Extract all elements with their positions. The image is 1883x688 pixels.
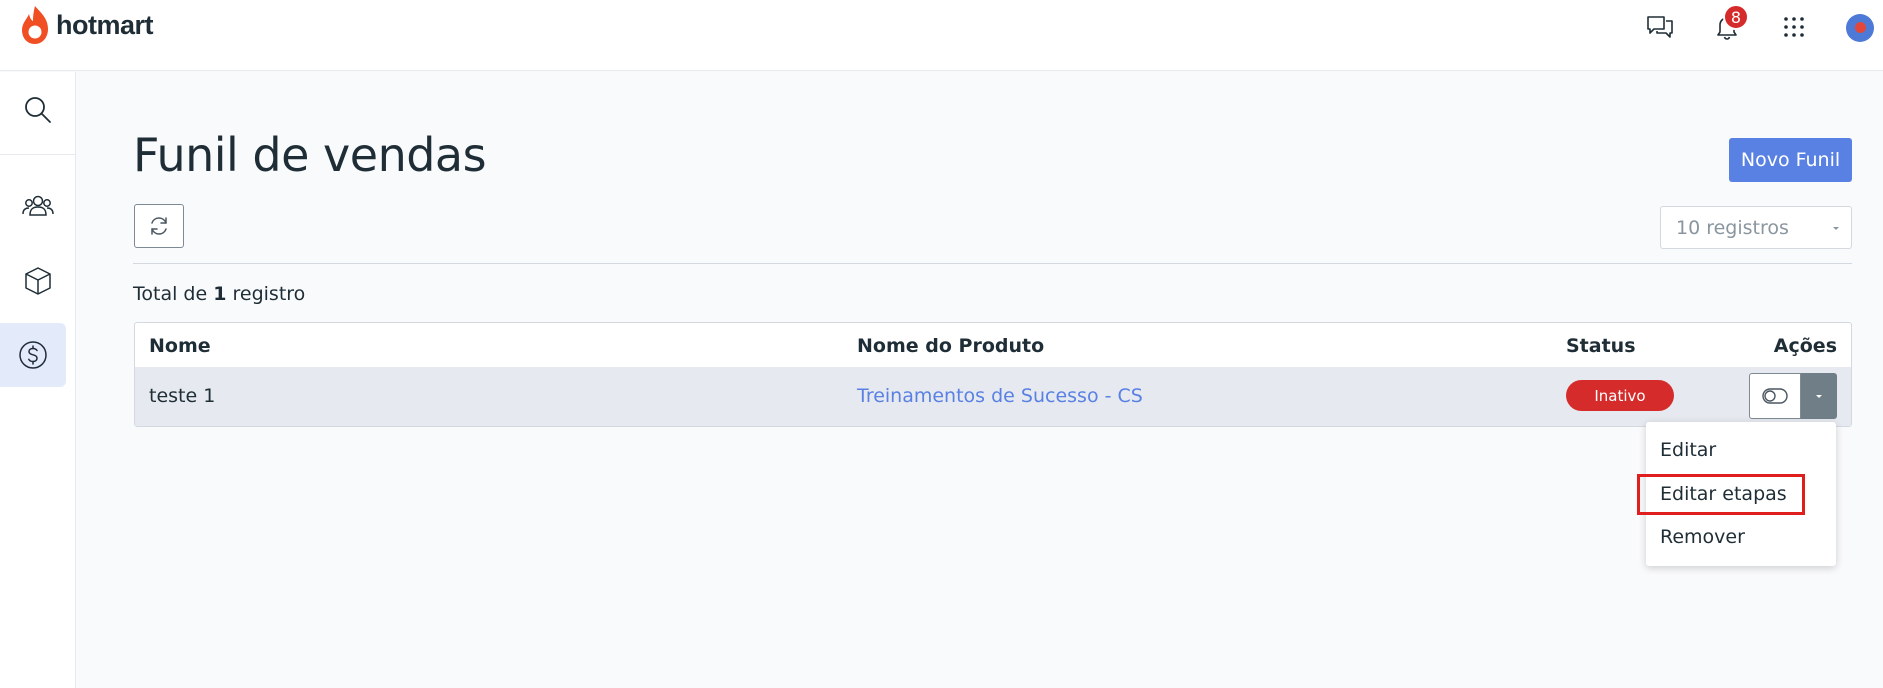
row-name: teste 1 [149,385,216,407]
actions-dropdown-button[interactable] [1801,373,1837,419]
dollar-icon[interactable] [0,323,66,387]
brand-name: hotmart [56,9,154,40]
table-row: teste 1 Treinamentos de Sucesso - CS Ina… [135,367,1851,426]
funnels-table: Nome Nome do Produto Status Ações teste … [134,322,1852,427]
users-icon[interactable] [0,175,75,239]
flame-icon [22,6,48,44]
toggle-icon [1762,388,1788,404]
sidebar [0,72,76,688]
toolbar-divider [133,263,1852,264]
row-actions [1749,373,1837,419]
notification-badge: 8 [1723,4,1749,30]
avatar[interactable] [1846,14,1874,42]
chevron-down-icon [1816,394,1822,398]
page-title: Funil de vendas [133,128,487,182]
header-status: Status [1566,335,1636,357]
grid-icon[interactable] [1777,10,1811,44]
highlight-box [1637,474,1805,515]
chat-bubbles-icon[interactable] [1643,10,1677,44]
page-size-select[interactable]: 10 registros [1660,206,1852,249]
menu-item-remove[interactable]: Remover [1646,517,1836,557]
hotmart-logo[interactable]: hotmart [18,4,154,46]
refresh-button[interactable] [134,204,184,248]
header-product: Nome do Produto [857,335,1045,357]
total-suffix: registro [232,283,306,305]
total-count: 1 [213,283,227,305]
menu-item-edit[interactable]: Editar [1646,430,1836,470]
total-prefix: Total de [133,283,208,305]
refresh-icon [151,217,167,235]
search-icon[interactable] [0,78,75,142]
sidebar-divider [0,154,75,155]
toggle-status-button[interactable] [1749,373,1801,419]
chevron-down-icon [1833,227,1839,230]
box-icon[interactable] [0,249,75,313]
status-badge: Inativo [1566,380,1674,411]
new-funnel-button[interactable]: Novo Funil [1729,138,1852,182]
page-size-value: 10 registros [1676,216,1789,239]
row-product-link[interactable]: Treinamentos de Sucesso - CS [857,385,1143,407]
header-actions: Ações [1773,335,1837,357]
top-bar: hotmart 8 [0,0,1883,71]
header-name: Nome [149,335,211,357]
total-records: Total de 1 registro [133,283,305,305]
